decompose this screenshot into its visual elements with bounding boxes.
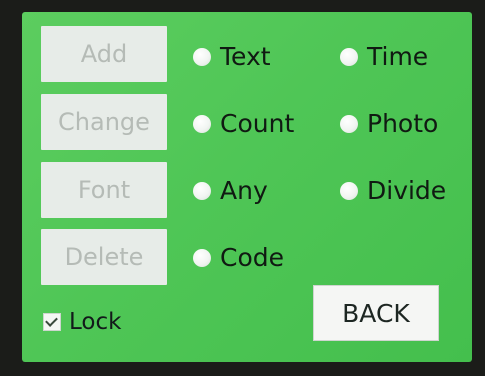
option-time[interactable]: Time bbox=[340, 42, 428, 71]
option-text-label: Text bbox=[220, 42, 271, 71]
option-any-label: Any bbox=[220, 176, 268, 205]
radio-any[interactable] bbox=[193, 181, 211, 200]
option-count-label: Count bbox=[220, 109, 295, 138]
add-button[interactable]: Add bbox=[41, 26, 167, 82]
delete-button[interactable]: Delete bbox=[41, 229, 167, 285]
radio-text[interactable] bbox=[193, 47, 211, 66]
option-code[interactable]: Code bbox=[193, 243, 284, 272]
change-button[interactable]: Change bbox=[41, 94, 167, 150]
option-time-label: Time bbox=[367, 42, 429, 71]
option-photo-label: Photo bbox=[367, 109, 439, 138]
radio-time[interactable] bbox=[340, 47, 358, 66]
option-text[interactable]: Text bbox=[193, 42, 271, 71]
radio-divide[interactable] bbox=[340, 181, 358, 200]
font-button[interactable]: Font bbox=[41, 162, 167, 218]
option-code-label: Code bbox=[220, 243, 285, 272]
option-divide-label: Divide bbox=[367, 176, 447, 205]
option-any[interactable]: Any bbox=[193, 176, 268, 205]
lock-label: Lock bbox=[69, 309, 122, 335]
radio-count[interactable] bbox=[193, 114, 211, 133]
device-bezel: Add Change Font Delete Text Time Count P… bbox=[0, 0, 485, 376]
option-count[interactable]: Count bbox=[193, 109, 294, 138]
back-button[interactable]: BACK bbox=[313, 285, 439, 341]
radio-photo[interactable] bbox=[340, 114, 358, 133]
radio-code[interactable] bbox=[193, 248, 211, 267]
option-photo[interactable]: Photo bbox=[340, 109, 438, 138]
option-divide[interactable]: Divide bbox=[340, 176, 446, 205]
lock-toggle[interactable]: Lock bbox=[43, 309, 121, 335]
lock-checkbox[interactable] bbox=[43, 313, 61, 331]
